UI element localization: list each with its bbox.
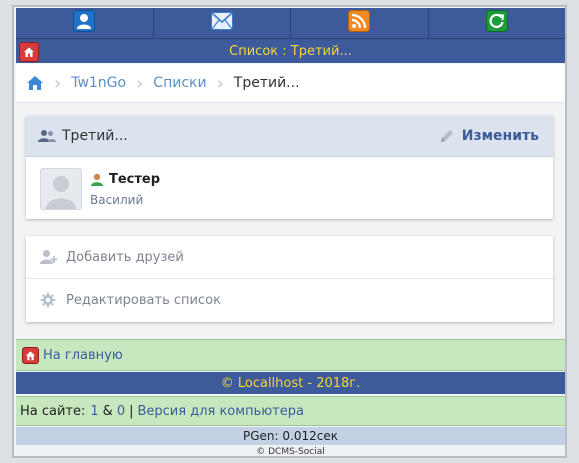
breadcrumb: › Tw1nGo › Списки › Третий...: [16, 64, 565, 103]
pgen-bar: PGen: 0.012сек: [16, 427, 565, 445]
dcms-credit-text[interactable]: © DCMS-Social: [256, 447, 324, 456]
online-guests-link[interactable]: 0: [117, 404, 125, 419]
home-link[interactable]: На главную: [43, 348, 123, 363]
copyright-text: © Locallhost - 2018г.: [220, 375, 361, 391]
desktop-version-link[interactable]: Версия для компьютера: [137, 404, 303, 419]
breadcrumb-separator: ›: [216, 72, 224, 94]
edit-list-settings-label: Редактировать список: [66, 292, 221, 308]
dcms-credit: © DCMS-Social: [16, 446, 565, 456]
nav-mail-button[interactable]: [154, 8, 291, 38]
add-user-icon: [40, 249, 62, 265]
member-first-name: Василий: [90, 193, 144, 207]
top-nav: [16, 8, 565, 39]
edit-list-label: Изменить: [461, 128, 539, 144]
member-name-link[interactable]: Тестер: [90, 172, 160, 187]
online-users-link[interactable]: 1: [90, 404, 98, 419]
list-card-header: Третий... Изменить: [26, 116, 553, 157]
group-users-icon: [38, 129, 56, 143]
breadcrumb-separator: ›: [54, 72, 62, 94]
avatar[interactable]: [40, 168, 82, 210]
home-icon: [23, 43, 35, 62]
page-title: Список : Третий...: [229, 43, 352, 59]
breadcrumb-home-icon[interactable]: [26, 75, 44, 91]
member-row[interactable]: Тестер Василий: [26, 157, 553, 219]
pgen-text: PGen: 0.012сек: [243, 429, 338, 443]
pencil-icon: [439, 128, 455, 144]
gear-icon: [40, 292, 62, 308]
nav-profile-button[interactable]: [16, 8, 154, 38]
edit-list-settings-button[interactable]: Редактировать список: [26, 279, 553, 321]
list-card: Третий... Изменить Тестер Василий: [26, 116, 553, 219]
member-name: Тестер: [109, 172, 161, 187]
add-friends-label: Добавить друзей: [66, 249, 184, 265]
page-frame: Список : Третий... › Tw1nGo › Списки › Т…: [12, 5, 567, 458]
rss-icon: [348, 10, 371, 36]
list-title: Третий...: [62, 128, 128, 144]
user-icon: [73, 10, 96, 36]
online-separator: |: [129, 403, 134, 419]
nav-refresh-button[interactable]: [429, 8, 566, 38]
mail-icon: [210, 12, 233, 34]
online-label: На сайте:: [20, 403, 86, 419]
home-bar: На главную: [16, 339, 565, 371]
user-online-icon: [90, 173, 104, 186]
refresh-icon: [485, 10, 508, 36]
breadcrumb-separator: ›: [136, 72, 144, 94]
online-amp: &: [102, 403, 113, 419]
home-icon: [22, 346, 39, 364]
nav-rss-button[interactable]: [291, 8, 429, 38]
add-friends-button[interactable]: Добавить друзей: [26, 236, 553, 279]
edit-list-button[interactable]: Изменить: [439, 128, 539, 144]
list-actions: Добавить друзей Редактировать список: [26, 236, 553, 322]
online-bar: На сайте: 1 & 0 | Версия для компьютера: [16, 396, 565, 426]
title-bar: Список : Третий...: [16, 39, 565, 63]
breadcrumb-item[interactable]: Tw1nGo: [61, 75, 136, 91]
home-button[interactable]: [19, 42, 39, 62]
copyright-bar: © Locallhost - 2018г.: [16, 372, 565, 394]
breadcrumb-current: Третий...: [233, 75, 300, 91]
breadcrumb-item[interactable]: Списки: [143, 75, 216, 91]
